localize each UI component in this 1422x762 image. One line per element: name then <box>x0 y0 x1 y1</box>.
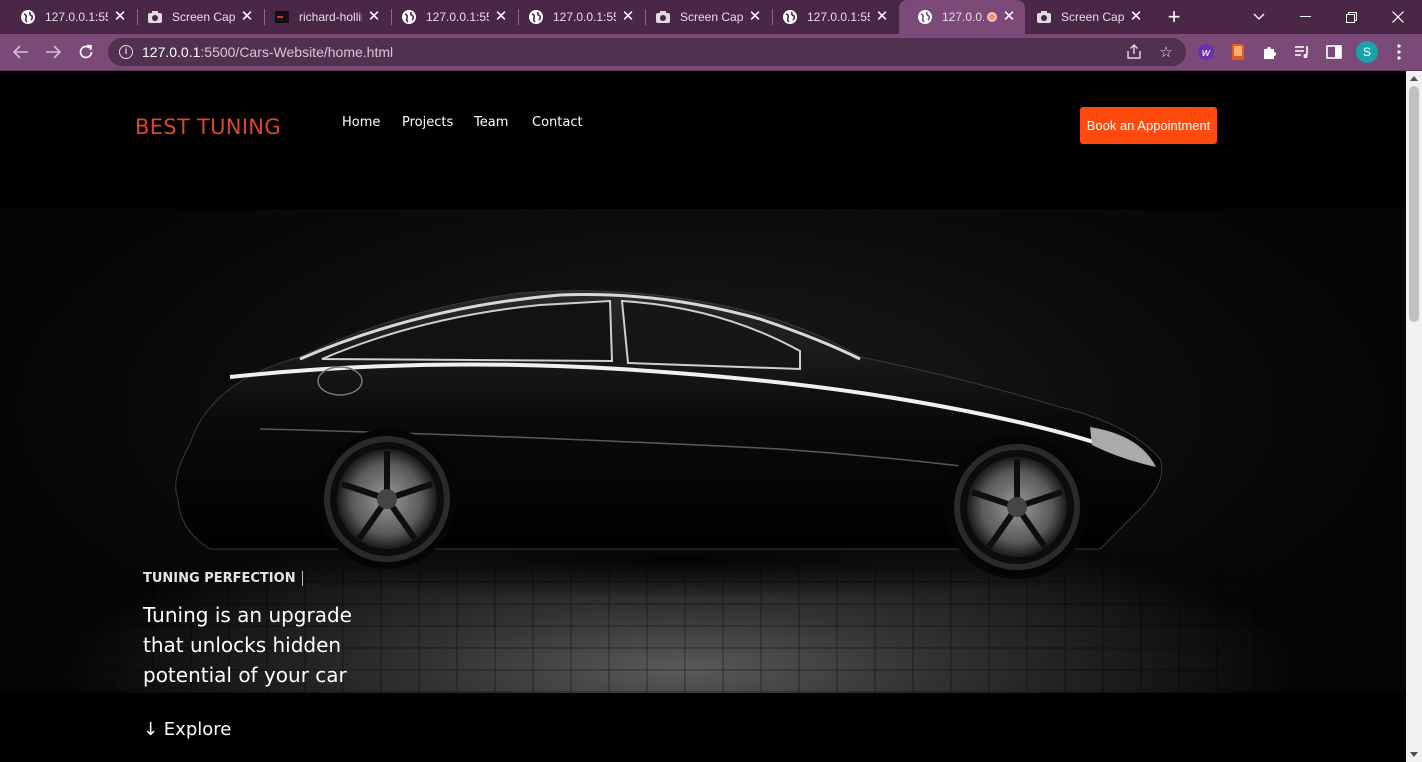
globe-icon <box>528 9 544 25</box>
close-icon[interactable]: ✕ <box>874 9 890 25</box>
site-info-icon[interactable]: i <box>119 45 133 59</box>
more-menu-icon[interactable] <box>1389 42 1409 62</box>
close-icon[interactable]: ✕ <box>1001 9 1017 25</box>
extension-w-icon[interactable]: w <box>1196 42 1216 62</box>
close-icon[interactable]: ✕ <box>112 9 128 25</box>
close-icon[interactable]: ✕ <box>366 9 382 25</box>
tab-search-chevron-icon[interactable] <box>1236 0 1282 34</box>
address-bar[interactable]: i 127.0.0.1:5500/Cars-Website/home.html … <box>108 38 1186 66</box>
tab-title: 127.0.0.1:5500 <box>426 10 489 24</box>
extensions-puzzle-icon[interactable] <box>1260 42 1280 62</box>
globe-icon <box>20 9 36 25</box>
tab-title: 127.0.0.1:5500 <box>807 10 870 24</box>
profile-avatar[interactable]: S <box>1356 41 1378 63</box>
hero-section: TUNING PERFECTION Tuning is an upgrade t… <box>0 209 1406 693</box>
globe-icon <box>401 9 417 25</box>
browser-tab[interactable]: 127.0.0.1:5500 ✕ <box>510 4 644 30</box>
hero-subtitle: TUNING PERFECTION <box>143 571 303 586</box>
share-icon[interactable] <box>1124 42 1144 62</box>
browser-toolbar: i 127.0.0.1:5500/Cars-Website/home.html … <box>0 34 1422 70</box>
browser-tab[interactable]: Screen Capture ✕ <box>637 4 771 30</box>
tab-title: 127.0.0.1 <box>942 10 984 24</box>
globe-icon <box>782 9 798 25</box>
browser-tab-active[interactable]: 127.0.0.1 ✕ <box>899 0 1025 34</box>
browser-tab[interactable]: richard-hollins ✕ <box>256 4 390 30</box>
minimize-icon[interactable] <box>1282 0 1328 34</box>
bookmark-star-icon[interactable]: ☆ <box>1156 42 1176 62</box>
book-appointment-button[interactable]: Book an Appointment <box>1080 107 1217 144</box>
camera-icon <box>1036 9 1052 25</box>
back-arrow-icon[interactable] <box>10 41 32 63</box>
tab-title: 127.0.0.1:5500 <box>45 10 108 24</box>
recording-indicator-icon <box>987 12 997 22</box>
scroll-up-arrow-icon[interactable] <box>1410 76 1418 81</box>
site-header: BEST TUNING Home Projects Team Contact B… <box>0 71 1406 209</box>
explore-link[interactable]: ↓ Explore <box>143 719 231 740</box>
window-close-icon[interactable] <box>1375 0 1421 34</box>
extension-book-icon[interactable] <box>1228 42 1248 62</box>
tab-title: richard-hollins <box>299 10 362 24</box>
brand-logo[interactable]: BEST TUNING <box>135 115 281 139</box>
scroll-down-arrow-icon[interactable] <box>1410 752 1418 757</box>
browser-tab[interactable]: 127.0.0.1:5500 ✕ <box>764 4 898 30</box>
tab-title: Screen Capture <box>680 10 743 24</box>
close-icon[interactable]: ✕ <box>747 9 763 25</box>
browser-tab[interactable]: 127.0.0.1:5500 ✕ <box>383 4 517 30</box>
reload-icon[interactable] <box>75 41 97 63</box>
camera-icon <box>147 9 163 25</box>
close-icon[interactable]: ✕ <box>620 9 636 25</box>
media-queue-icon[interactable] <box>1292 42 1312 62</box>
camera-icon <box>655 9 671 25</box>
url-text: 127.0.0.1:5500/Cars-Website/home.html <box>142 44 394 60</box>
close-icon[interactable]: ✕ <box>1128 9 1144 25</box>
close-icon[interactable]: ✕ <box>239 9 255 25</box>
browser-tab[interactable]: Screen Capture ✕ <box>129 4 263 30</box>
tab-title: 127.0.0.1:5500 <box>553 10 616 24</box>
page-viewport: BEST TUNING Home Projects Team Contact B… <box>0 71 1406 762</box>
tab-title: Screen Capture <box>1061 10 1124 24</box>
nav-contact-link[interactable]: Contact <box>532 115 583 130</box>
site-favicon-icon <box>274 9 290 25</box>
svg-text:w: w <box>1202 46 1211 59</box>
side-panel-icon[interactable] <box>1324 42 1344 62</box>
page-scrollbar[interactable] <box>1406 71 1422 762</box>
hero-headline: Tuning is an upgrade that unlocks hidden… <box>143 603 352 687</box>
hero-text-block: TUNING PERFECTION Tuning is an upgrade t… <box>143 569 373 690</box>
front-wheel-icon <box>954 444 1080 570</box>
forward-arrow-icon[interactable] <box>42 41 64 63</box>
rear-wheel-icon <box>324 436 450 562</box>
maximize-icon[interactable] <box>1328 0 1374 34</box>
scrollbar-thumb[interactable] <box>1409 86 1419 322</box>
tab-title: Screen Capture <box>172 10 235 24</box>
nav-home-link[interactable]: Home <box>342 115 380 130</box>
browser-tab[interactable]: 127.0.0.1:5500 ✕ <box>2 4 136 30</box>
browser-tab-strip: 127.0.0.1:5500 ✕ Screen Capture ✕ richar… <box>0 0 1422 34</box>
globe-icon <box>917 9 933 25</box>
nav-team-link[interactable]: Team <box>474 115 508 130</box>
browser-tab[interactable]: Screen Capture ✕ <box>1018 4 1152 30</box>
new-tab-plus-icon[interactable]: + <box>1162 5 1186 29</box>
nav-projects-link[interactable]: Projects <box>402 115 453 130</box>
close-icon[interactable]: ✕ <box>493 9 509 25</box>
